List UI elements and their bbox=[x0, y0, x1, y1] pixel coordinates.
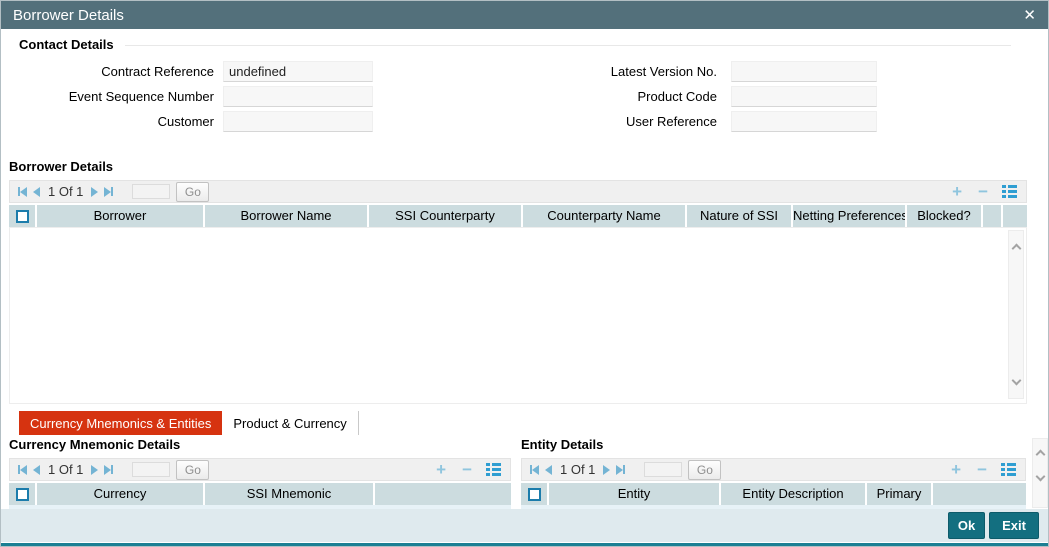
contact-details-heading: Contact Details bbox=[19, 37, 114, 52]
user-reference-label: User Reference bbox=[625, 114, 717, 129]
bottom-accent-line bbox=[1, 543, 1048, 546]
tab-product-currency[interactable]: Product & Currency bbox=[222, 411, 359, 435]
go-button[interactable]: Go bbox=[176, 181, 210, 202]
section-vertical-scrollbar[interactable] bbox=[1032, 438, 1048, 508]
scroll-up-icon[interactable] bbox=[1011, 243, 1022, 254]
section-divider bbox=[125, 45, 1011, 46]
product-code-input[interactable] bbox=[731, 86, 877, 107]
customer-label: Customer bbox=[157, 114, 214, 129]
column-header-blank bbox=[1003, 205, 1027, 227]
borrower-grid-body bbox=[9, 227, 1027, 404]
last-page-icon[interactable] bbox=[104, 464, 114, 475]
delete-row-icon[interactable]: − bbox=[462, 461, 472, 478]
column-header-blank bbox=[375, 483, 511, 505]
currency-grid-toolbar: 1 Of 1 Go + − bbox=[9, 458, 511, 481]
column-header-ssi-counterparty: SSI Counterparty bbox=[369, 205, 523, 227]
contract-reference-input[interactable] bbox=[223, 61, 373, 82]
dialog-title: Borrower Details bbox=[13, 6, 124, 24]
footer-bar bbox=[1, 509, 1048, 542]
scroll-down-icon[interactable] bbox=[1011, 375, 1022, 386]
latest-version-no-input[interactable] bbox=[731, 61, 877, 82]
column-header-primary: Primary bbox=[867, 483, 933, 505]
column-header-blank bbox=[983, 205, 1003, 227]
borrower-grid-header: Borrower Borrower Name SSI Counterparty … bbox=[9, 205, 1027, 227]
entity-details-heading: Entity Details bbox=[521, 437, 604, 452]
previous-page-icon[interactable] bbox=[33, 464, 40, 475]
goto-page-input[interactable] bbox=[644, 462, 683, 477]
contract-reference-label: Contract Reference bbox=[101, 64, 214, 79]
go-button[interactable]: Go bbox=[688, 459, 722, 480]
page-indicator: 1 Of 1 bbox=[48, 462, 84, 477]
previous-page-icon[interactable] bbox=[545, 464, 552, 475]
select-all-checkbox[interactable] bbox=[527, 487, 541, 501]
column-header-borrower: Borrower bbox=[37, 205, 205, 227]
header-checkbox-cell bbox=[9, 205, 37, 227]
borrower-details-heading: Borrower Details bbox=[9, 159, 114, 174]
next-page-icon[interactable] bbox=[91, 464, 99, 475]
column-header-blank bbox=[933, 483, 1026, 505]
single-view-icon[interactable] bbox=[1002, 185, 1017, 198]
close-icon[interactable]: ✕ bbox=[1023, 8, 1036, 23]
last-page-icon[interactable] bbox=[104, 186, 114, 197]
column-header-netting-preferences: Netting Preferences bbox=[793, 205, 907, 227]
column-header-currency: Currency bbox=[37, 483, 205, 505]
currency-mnemonic-details-heading: Currency Mnemonic Details bbox=[9, 437, 181, 452]
add-row-icon[interactable]: + bbox=[436, 461, 446, 478]
first-page-icon[interactable] bbox=[18, 464, 27, 475]
page-indicator: 1 Of 1 bbox=[48, 184, 84, 199]
customer-input[interactable] bbox=[223, 111, 373, 132]
column-header-counterparty-name: Counterparty Name bbox=[523, 205, 687, 227]
next-page-icon[interactable] bbox=[91, 186, 99, 197]
single-view-icon[interactable] bbox=[486, 463, 501, 476]
last-page-icon[interactable] bbox=[616, 464, 626, 475]
event-sequence-number-label: Event Sequence Number bbox=[68, 89, 214, 104]
currency-grid-header: Currency SSI Mnemonic bbox=[9, 483, 511, 505]
title-bar: Borrower Details ✕ bbox=[1, 1, 1048, 29]
select-all-checkbox[interactable] bbox=[15, 487, 29, 501]
scroll-up-icon[interactable] bbox=[1035, 449, 1046, 460]
next-page-icon[interactable] bbox=[603, 464, 611, 475]
tab-currency-mnemonics-entities[interactable]: Currency Mnemonics & Entities bbox=[19, 411, 223, 435]
column-header-borrower-name: Borrower Name bbox=[205, 205, 369, 227]
goto-page-input[interactable] bbox=[132, 462, 171, 477]
borrower-details-dialog: Borrower Details ✕ Contact Details Contr… bbox=[0, 0, 1049, 547]
first-page-icon[interactable] bbox=[18, 186, 27, 197]
tab-bar: Currency Mnemonics & Entities Product & … bbox=[19, 411, 359, 435]
header-checkbox-cell bbox=[9, 483, 37, 505]
column-header-entity-description: Entity Description bbox=[721, 483, 867, 505]
event-sequence-number-input[interactable] bbox=[223, 86, 373, 107]
header-checkbox-cell bbox=[521, 483, 549, 505]
product-code-label: Product Code bbox=[637, 89, 718, 104]
user-reference-input[interactable] bbox=[731, 111, 877, 132]
column-header-nature-of-ssi: Nature of SSI bbox=[687, 205, 793, 227]
single-view-icon[interactable] bbox=[1001, 463, 1016, 476]
delete-row-icon[interactable]: − bbox=[978, 183, 988, 200]
vertical-scrollbar[interactable] bbox=[1008, 230, 1024, 399]
select-all-checkbox[interactable] bbox=[15, 209, 29, 223]
column-header-blocked: Blocked? bbox=[907, 205, 983, 227]
exit-button[interactable]: Exit bbox=[989, 512, 1039, 539]
go-button[interactable]: Go bbox=[176, 459, 210, 480]
latest-version-no-label: Latest Version No. bbox=[610, 64, 717, 79]
goto-page-input[interactable] bbox=[132, 184, 171, 199]
entity-grid-toolbar: 1 Of 1 Go + − bbox=[521, 458, 1026, 481]
column-header-entity: Entity bbox=[549, 483, 721, 505]
delete-row-icon[interactable]: − bbox=[977, 461, 987, 478]
previous-page-icon[interactable] bbox=[33, 186, 40, 197]
entity-grid-header: Entity Entity Description Primary bbox=[521, 483, 1026, 505]
ok-button[interactable]: Ok bbox=[948, 512, 985, 539]
page-indicator: 1 Of 1 bbox=[560, 462, 596, 477]
column-header-ssi-mnemonic: SSI Mnemonic bbox=[205, 483, 375, 505]
borrower-grid-toolbar: 1 Of 1 Go + − bbox=[9, 180, 1027, 203]
add-row-icon[interactable]: + bbox=[951, 461, 961, 478]
scroll-down-icon[interactable] bbox=[1035, 471, 1046, 482]
add-row-icon[interactable]: + bbox=[952, 183, 962, 200]
first-page-icon[interactable] bbox=[530, 464, 539, 475]
